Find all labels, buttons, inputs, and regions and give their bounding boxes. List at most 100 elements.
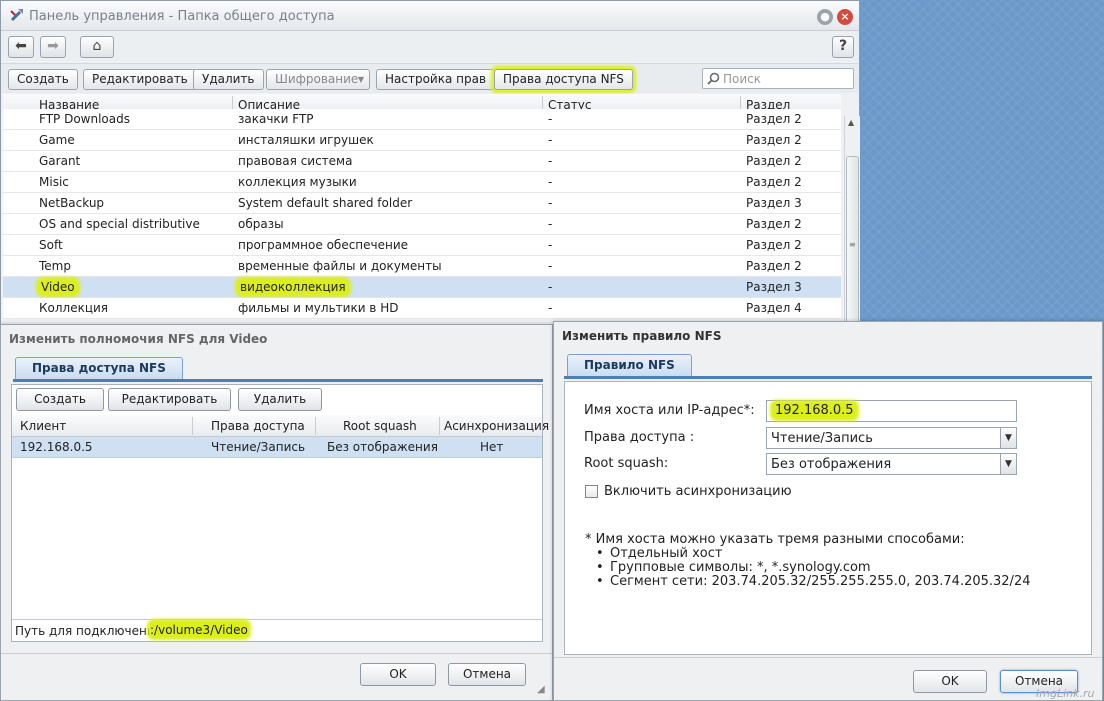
table-row[interactable]: Коллекция фильмы и мультики в HD - Раздел 4 — [3, 298, 841, 319]
folder-name-cell: Video — [39, 280, 77, 294]
host-note-item: Групповые символы: *, *.synology.com — [596, 561, 871, 576]
volume-cell: Раздел 2 — [746, 259, 802, 273]
edit-rule-button[interactable]: Редактировать — [108, 388, 231, 411]
home-button[interactable]: ⌂ — [80, 36, 114, 58]
watermark: ImgLink.ru — [1036, 687, 1095, 700]
volume-cell: Раздел 4 — [746, 301, 802, 315]
status-cell: - — [548, 259, 553, 273]
column-header[interactable]: Асинхронизация — [444, 419, 549, 433]
table-row[interactable]: FTP Downloads закачки FTP - Раздел 2 — [3, 109, 841, 130]
folder-name-cell: Soft — [39, 238, 63, 252]
description-cell: инсталяшки игрушек — [238, 133, 374, 147]
tab-strip: Права доступа NFS — [13, 357, 543, 382]
host-value: 192.168.0.5 — [773, 403, 856, 418]
encryption-button[interactable]: Шифрование ▼ — [266, 69, 370, 90]
table-row[interactable]: NetBackup System default shared folder - Ра… — [3, 193, 841, 214]
back-button[interactable]: ⬅ — [8, 36, 34, 58]
status-cell: - — [548, 238, 553, 252]
host-label: Имя хоста или IP-адрес*: — [584, 403, 755, 418]
tab-nfs-permissions[interactable]: Права доступа NFS — [15, 357, 183, 379]
minimize-icon[interactable]: ● — [817, 9, 833, 25]
status-cell: - — [548, 154, 553, 168]
description-cell: правовая система — [238, 154, 353, 168]
access-select[interactable]: Чтение/Запись ▼ — [766, 427, 1017, 449]
squash-label: Root squash: — [584, 456, 669, 471]
folder-name-cell: Game — [39, 133, 75, 147]
window-title: Панель управления - Папка общего доступа — [29, 9, 335, 24]
volume-cell: Раздел 3 — [746, 196, 802, 210]
resize-grip-icon[interactable]: ◢ — [537, 684, 545, 695]
vertical-scrollbar[interactable]: ▲ ≡ — [844, 116, 860, 326]
description-cell: временные файлы и документы — [238, 259, 442, 273]
permissions-button[interactable]: Настройка прав — [376, 69, 496, 90]
table-row[interactable]: Game инсталяшки игрушек - Раздел 2 — [3, 130, 841, 151]
async-checkbox[interactable] — [585, 485, 598, 498]
column-header[interactable]: Root squash — [343, 419, 417, 433]
edit-button[interactable]: Редактировать — [83, 69, 197, 90]
access-cell: Чтение/Запись — [211, 440, 306, 454]
toolbar: Создать Редактировать Удалить Шифрование… — [1, 63, 859, 93]
mount-path-bar: Путь для подключения :/volume3/Video — [12, 619, 542, 641]
dialog-title: Изменить правило NFS — [562, 329, 722, 343]
column-header[interactable]: Права доступа — [211, 419, 305, 433]
table-row[interactable]: 192.168.0.5 Чтение/Запись Без отображени… — [12, 437, 542, 458]
tab-strip: Правило NFS — [564, 354, 1092, 379]
table-row[interactable]: Soft программное обеспечение - Раздел 2 — [3, 235, 841, 256]
description-cell: программное обеспечение — [238, 238, 409, 252]
ok-button[interactable]: OK — [360, 663, 436, 686]
description-cell: коллекция музыки — [238, 175, 357, 189]
volume-cell: Раздел 2 — [746, 175, 802, 189]
status-cell: - — [548, 301, 553, 315]
search-input[interactable]: Поиск — [702, 68, 854, 89]
table-row[interactable]: OS and special distributive образы - Раздел… — [3, 214, 841, 235]
folder-name-cell: Temp — [39, 259, 71, 273]
ok-button[interactable]: OK — [913, 670, 987, 693]
chevron-down-icon: ▼ — [1000, 428, 1016, 448]
access-label: Права доступа : — [584, 430, 695, 445]
delete-rule-button[interactable]: Удалить — [238, 388, 322, 411]
host-note-item: Отдельный хост — [596, 547, 723, 562]
squash-value: Без отображения — [771, 457, 892, 472]
status-cell: - — [548, 280, 553, 294]
status-cell: - — [548, 175, 553, 189]
nfs-rules-panel: Создать Редактировать Удалить Клиент Пра… — [11, 384, 549, 642]
search-icon — [707, 72, 720, 85]
volume-cell: Раздел 2 — [746, 154, 802, 168]
scrollbar-thumb[interactable]: ≡ — [846, 156, 859, 324]
status-cell: - — [548, 196, 553, 210]
arrow-right-icon: ➡ — [47, 38, 59, 54]
control-panel-window: Панель управления - Папка общего доступа… — [0, 0, 860, 330]
folder-name-cell: Garant — [39, 154, 81, 168]
mount-path-value: :/volume3/Video — [150, 622, 248, 637]
table-row[interactable]: Misic коллекция музыки - Раздел 2 — [3, 172, 841, 193]
table-row[interactable]: Video видеоколлекция - Раздел 3 — [3, 277, 841, 298]
table-row[interactable]: Garant правовая система - Раздел 2 — [3, 151, 841, 172]
folder-name-cell: Коллекция — [39, 301, 109, 315]
create-rule-button[interactable]: Создать — [16, 388, 104, 411]
volume-cell: Раздел 2 — [746, 133, 802, 147]
delete-button[interactable]: Удалить — [193, 69, 264, 90]
description-cell: закачки FTP — [238, 112, 314, 126]
scroll-up-icon[interactable]: ▲ — [848, 118, 854, 127]
host-input[interactable]: 192.168.0.5 — [766, 400, 1017, 422]
access-value: Чтение/Запись — [771, 431, 873, 446]
squash-cell: Без отображения — [327, 440, 438, 454]
volume-cell: Раздел 2 — [746, 238, 802, 252]
status-cell: - — [548, 112, 553, 126]
nfs-table-header: Клиент Права доступа Root squash Асинхро… — [12, 415, 549, 437]
column-header[interactable]: Клиент — [20, 419, 66, 433]
folder-name-cell: OS and special distributive — [39, 217, 200, 231]
navigation-bar: ⬅ ➡ ⌂ ? — [1, 31, 859, 61]
host-note-item: Сегмент сети: 203.74.205.32/255.255.255.… — [596, 575, 1031, 590]
tab-nfs-rule[interactable]: Правило NFS — [567, 354, 692, 376]
table-row[interactable]: Temp временные файлы и документы - Раздел 2 — [3, 256, 841, 277]
create-button[interactable]: Создать — [8, 69, 78, 90]
forward-button[interactable]: ➡ — [40, 36, 66, 58]
squash-select[interactable]: Без отображения ▼ — [766, 453, 1017, 475]
volume-cell: Раздел 2 — [746, 112, 802, 126]
cancel-button[interactable]: Отмена — [448, 663, 526, 686]
help-button[interactable]: ? — [832, 36, 854, 58]
dialog-footer: OK Отмена ImgLink.ru — [554, 657, 1102, 701]
close-icon[interactable]: × — [837, 9, 853, 25]
nfs-permissions-button[interactable]: Права доступа NFS — [494, 69, 633, 90]
